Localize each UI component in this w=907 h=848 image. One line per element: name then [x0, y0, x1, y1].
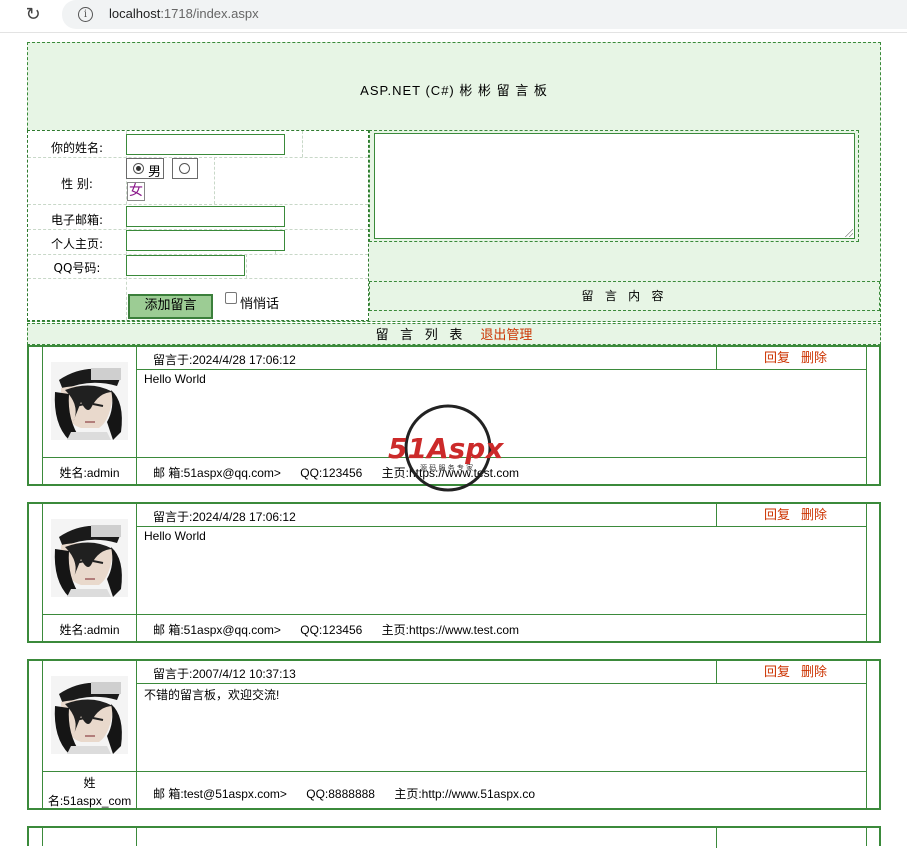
- homepage-label: 个人主页:: [50, 237, 104, 251]
- form-divider: [214, 157, 215, 204]
- info-icon[interactable]: i: [78, 7, 93, 22]
- 51aspx-logo: 51Aspx 源 码 服 务 专 家: [388, 404, 504, 492]
- message-body: 不错的留言板，欢迎交流!: [144, 688, 280, 702]
- name-label: 你的姓名:: [50, 141, 104, 155]
- message-time: 留言于:2007/4/12 10:37:13: [153, 667, 296, 681]
- reload-icon[interactable]: ↻: [22, 4, 44, 26]
- radio-male[interactable]: [133, 163, 144, 174]
- message-header: 留言于:2024/4/28 17:06:12 回复 删除: [136, 347, 866, 370]
- logo-brand: 51Aspx: [388, 432, 504, 465]
- author-info: 邮 箱:test@51aspx.com> QQ:8888888 主页:http:…: [153, 785, 551, 802]
- logo-tagline: 源 码 服 务 专 家: [420, 463, 473, 472]
- add-message-button[interactable]: 添加留言: [128, 294, 213, 319]
- delete-link[interactable]: 删除: [801, 661, 827, 683]
- avatar-column: 姓 名:51aspx_com: [43, 661, 137, 808]
- gender-male-option[interactable]: 男: [126, 158, 164, 180]
- action-divider: [716, 828, 717, 848]
- content-textarea[interactable]: [374, 133, 855, 239]
- gender-label: 性 别:: [61, 177, 93, 191]
- message-body: Hello World: [144, 529, 206, 543]
- resize-grip-icon[interactable]: [845, 229, 853, 237]
- delete-link[interactable]: 删除: [801, 504, 827, 526]
- author-qq: QQ:8888888: [306, 787, 375, 801]
- whisper-label: 悄悄话: [240, 297, 280, 312]
- reply-link[interactable]: 回复: [764, 347, 790, 369]
- message-actions: 回复 删除: [716, 661, 866, 683]
- author-name: 姓名:admin: [59, 466, 120, 480]
- author-qq: QQ:123456: [300, 466, 363, 480]
- form-divider: [28, 278, 368, 279]
- author-qq: QQ:123456: [300, 623, 363, 637]
- message-footer: 邮 箱:test@51aspx.com> QQ:8888888 主页:http:…: [136, 771, 866, 811]
- message-card: 姓名:admin 留言于:2024/4/28 17:06:12 回复 删除 He…: [27, 502, 881, 643]
- reply-link[interactable]: 回复: [764, 661, 790, 683]
- author-info: 邮 箱:51aspx@qq.com> QQ:123456 主页:https://…: [153, 621, 535, 638]
- message-form: 你的姓名: 性 别: 男 女 电子邮箱: 个人主页: QQ号码: 添加留言 悄悄…: [27, 130, 369, 321]
- email-input[interactable]: [126, 206, 285, 227]
- avatar-image: [51, 676, 128, 754]
- avatar-image: [51, 519, 128, 597]
- author-name: 姓名:admin: [59, 623, 120, 637]
- form-divider: [246, 254, 247, 278]
- author-homepage: 主页:http://www.51aspx.co: [394, 787, 536, 801]
- form-divider: [28, 157, 368, 158]
- message-header: 留言于:2007/4/12 10:37:13 回复 删除: [136, 661, 866, 684]
- message-time: 留言于:2024/4/28 17:06:12: [153, 510, 296, 524]
- whisper-checkbox[interactable]: [225, 292, 237, 304]
- reply-link[interactable]: 回复: [764, 504, 790, 526]
- message-header: 留言于:2024/4/28 17:06:12 回复 删除: [136, 504, 866, 527]
- message-card-partial: [27, 826, 881, 848]
- message-footer: 邮 箱:51aspx@qq.com> QQ:123456 主页:https://…: [136, 614, 866, 643]
- avatar-image: [51, 362, 128, 440]
- qq-input[interactable]: [126, 255, 245, 276]
- homepage-input[interactable]: [126, 230, 285, 251]
- email-label: 电子邮箱:: [50, 213, 104, 227]
- author-email: 邮 箱:51aspx@qq.com>: [153, 623, 281, 637]
- url-host: localhost: [109, 6, 161, 21]
- message-actions: 回复 删除: [716, 504, 866, 526]
- message-body: Hello World: [144, 372, 206, 386]
- logout-link[interactable]: 退出管理: [480, 327, 532, 342]
- message-actions: 回复 删除: [716, 347, 866, 369]
- name-input[interactable]: [126, 134, 285, 155]
- gender-male-label: 男: [148, 165, 162, 180]
- card-inner: [42, 828, 867, 848]
- url-path: :1718/index.aspx: [160, 6, 259, 21]
- author-email: 邮 箱:51aspx@qq.com>: [153, 466, 281, 480]
- message-list-title: 留 言 列 表: [375, 327, 467, 342]
- message-time: 留言于:2024/4/28 17:06:12: [153, 353, 296, 367]
- avatar-column: 姓名:admin: [43, 504, 137, 641]
- gender-female-radio-box[interactable]: [172, 158, 198, 179]
- gender-female-label[interactable]: 女: [127, 182, 145, 201]
- card-inner: 姓 名:51aspx_com 留言于:2007/4/12 10:37:13 回复…: [42, 661, 867, 808]
- radio-female[interactable]: [179, 163, 190, 174]
- author-email: 邮 箱:test@51aspx.com>: [153, 787, 287, 801]
- message-list-bar: 留 言 列 表退出管理: [27, 323, 881, 345]
- url-text: localhost:1718/index.aspx: [109, 6, 259, 21]
- author-homepage: 主页:https://www.test.com: [381, 623, 520, 637]
- browser-toolbar: ↻ i localhost:1718/index.aspx: [0, 0, 907, 33]
- author-name-line2: 名:51aspx_com: [47, 794, 132, 808]
- qq-label: QQ号码:: [53, 261, 101, 275]
- form-divider: [302, 131, 303, 157]
- author-name-line1: 姓: [83, 776, 96, 790]
- message-card: 姓 名:51aspx_com 留言于:2007/4/12 10:37:13 回复…: [27, 659, 881, 810]
- delete-link[interactable]: 删除: [801, 347, 827, 369]
- content-label: 留 言 内 容: [369, 281, 880, 311]
- form-divider: [28, 204, 368, 205]
- page-title: ASP.NET (C#) 彬 彬 留 言 板: [360, 83, 548, 98]
- avatar-column: [43, 828, 137, 846]
- card-inner: 姓名:admin 留言于:2024/4/28 17:06:12 回复 删除 He…: [42, 504, 867, 641]
- avatar-column: 姓名:admin: [43, 347, 137, 484]
- address-bar[interactable]: i localhost:1718/index.aspx: [62, 0, 907, 29]
